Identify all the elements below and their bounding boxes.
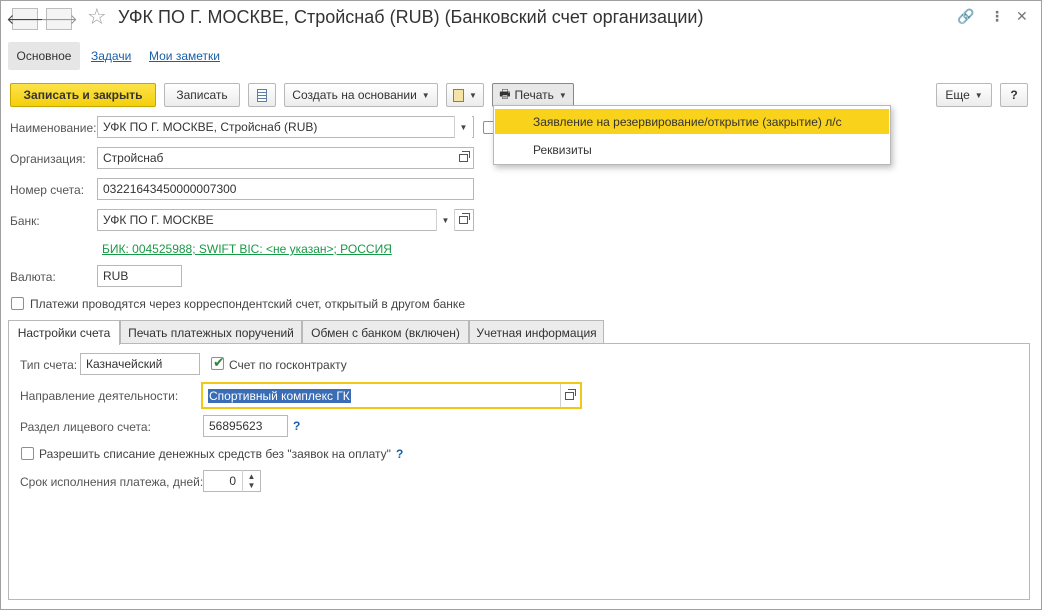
back-button[interactable]: 🡐 [6, 8, 44, 30]
tab-account-settings[interactable]: Настройки счета [8, 320, 120, 345]
currency-field[interactable]: RUB [97, 265, 182, 287]
corr-account-checkbox[interactable] [11, 297, 24, 310]
print-button[interactable]: 🖶 Печать ▼ [492, 83, 574, 107]
direction-open-button[interactable] [560, 384, 578, 407]
chevron-down-icon: ▼ [558, 90, 567, 100]
section-tab-notes[interactable]: Мои заметки [149, 49, 220, 63]
name-field[interactable]: УФК ПО Г. МОСКВЕ, Стройснаб (RUB) [97, 116, 474, 138]
account-type-value: Казначейский [86, 357, 163, 371]
print-menu-item-requisites[interactable]: Реквизиты [495, 137, 889, 162]
bank-value: УФК ПО Г. МОСКВЕ [103, 213, 214, 227]
bank-dropdown-button[interactable]: ▼ [436, 209, 454, 231]
name-label: Наименование: [10, 121, 97, 135]
attachment-icon [453, 88, 465, 102]
section-tab-tasks[interactable]: Задачи [91, 49, 131, 63]
account-label: Номер счета: [10, 183, 85, 197]
currency-label: Валюта: [10, 270, 56, 284]
create-based-label: Создать на основании [292, 88, 417, 102]
help-button[interactable]: ? [1000, 83, 1028, 107]
tab-payment-print[interactable]: Печать платежных поручений [120, 320, 302, 344]
open-icon [565, 388, 576, 400]
tab-accounting-info[interactable]: Учетная информация [469, 320, 604, 344]
org-label: Организация: [10, 152, 86, 166]
chevron-down-icon: ▼ [421, 90, 430, 100]
kebab-icon[interactable]: ⋮ [990, 8, 1004, 25]
more-button[interactable]: Еще ▼ [936, 83, 992, 107]
term-label: Срок исполнения платежа, дней: [20, 475, 204, 489]
printer-icon: 🖶 [499, 86, 511, 101]
chevron-down-icon: ▼ [459, 122, 468, 132]
section-help-icon[interactable]: ? [293, 419, 300, 433]
link-icon[interactable]: 🔗 [957, 8, 974, 25]
bank-details-link[interactable]: БИК: 004525988; SWIFT BIC: <не указан>; … [102, 242, 392, 256]
arrow-right-icon: 🡒 [40, 10, 78, 27]
save-close-button[interactable]: Записать и закрыть [10, 83, 156, 107]
bank-open-button[interactable] [454, 209, 472, 231]
direction-field[interactable]: Спортивный комплекс ГК [201, 382, 582, 409]
chevron-down-icon: ▼ [469, 90, 477, 100]
corr-account-label: Платежи проводятся через корреспондентск… [30, 297, 465, 311]
allow-debit-help-icon[interactable]: ? [396, 447, 403, 461]
allow-debit-checkbox[interactable] [21, 447, 34, 460]
tab-bank-exchange[interactable]: Обмен с банком (включен) [302, 320, 469, 344]
org-value: Стройснаб [103, 151, 164, 165]
chevron-down-icon: ▼ [441, 215, 450, 225]
bank-field[interactable]: УФК ПО Г. МОСКВЕ [97, 209, 474, 231]
gov-contract-checkbox[interactable] [211, 354, 225, 371]
window-title: УФК ПО Г. МОСКВЕ, Стройснаб (RUB) (Банко… [118, 7, 704, 27]
account-field[interactable]: 03221643450000007300 [97, 178, 474, 200]
account-value: 03221643450000007300 [103, 182, 237, 196]
close-icon[interactable]: ✕ [1016, 8, 1028, 25]
list-doc-icon [257, 88, 267, 102]
open-icon [459, 213, 470, 224]
term-value: 0 [229, 474, 236, 488]
org-open-button[interactable] [454, 147, 472, 169]
bank-label: Банк: [10, 214, 40, 228]
currency-value: RUB [103, 269, 129, 283]
star-icon[interactable]: ☆ [87, 6, 107, 28]
chevron-up-icon[interactable]: ▲ [248, 472, 256, 481]
section-label: Раздел лицевого счета: [20, 420, 151, 434]
print-label: Печать [514, 88, 554, 102]
arrow-left-icon: 🡐 [6, 10, 44, 27]
section-field[interactable]: 56895623 [203, 415, 288, 437]
more-label: Еще [945, 88, 970, 102]
name-dropdown-button[interactable]: ▼ [454, 116, 472, 138]
direction-value: Спортивный комплекс ГК [208, 388, 351, 403]
term-stepper[interactable]: ▲ ▼ [242, 470, 260, 492]
account-type-label: Тип счета: [20, 358, 78, 372]
chevron-down-icon[interactable]: ▼ [248, 481, 256, 490]
gov-contract-label: Счет по госконтракту [229, 358, 347, 372]
create-based-button[interactable]: Создать на основании ▼ [284, 83, 438, 107]
direction-label: Направление деятельности: [20, 389, 179, 403]
open-icon [458, 151, 470, 162]
chevron-down-icon: ▼ [974, 90, 983, 100]
print-menu: Заявление на резервирование/открытие (за… [493, 105, 891, 165]
attach-button[interactable]: ▼ [446, 83, 484, 107]
print-menu-item-statement[interactable]: Заявление на резервирование/открытие (за… [495, 109, 889, 134]
forward-button[interactable]: 🡒 [40, 8, 78, 30]
allow-debit-label: Разрешить списание денежных средств без … [39, 447, 391, 461]
section-tab-main[interactable]: Основное [8, 42, 80, 70]
report-button[interactable] [248, 83, 276, 107]
account-type-field[interactable]: Казначейский [80, 353, 200, 375]
save-button[interactable]: Записать [164, 83, 240, 107]
org-field[interactable]: Стройснаб [97, 147, 474, 169]
name-value: УФК ПО Г. МОСКВЕ, Стройснаб (RUB) [103, 120, 318, 134]
section-value: 56895623 [209, 419, 263, 433]
